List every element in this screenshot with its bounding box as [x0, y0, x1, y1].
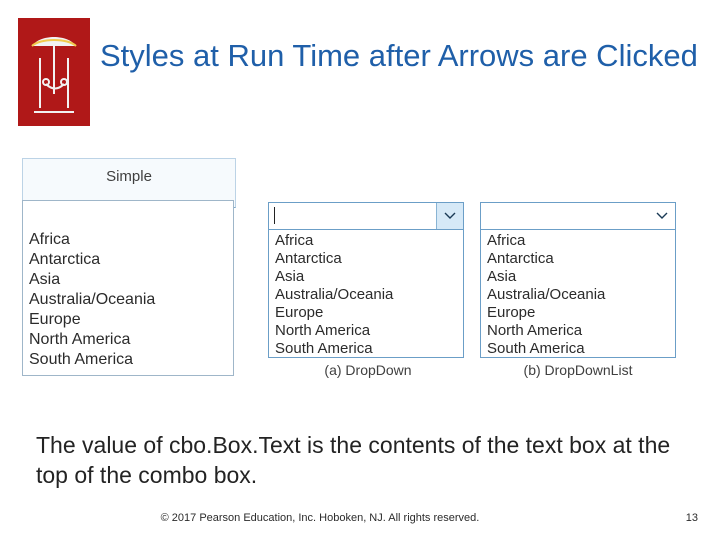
text-cursor [274, 207, 275, 224]
list-item[interactable]: North America [23, 330, 233, 350]
chevron-down-glyph [444, 212, 456, 219]
list-item[interactable]: South America [481, 340, 675, 358]
list-item[interactable]: Europe [269, 304, 463, 322]
dropdown-combo-list[interactable]: Africa Antarctica Asia Australia/Oceania… [268, 230, 464, 358]
logo-graphic [26, 24, 82, 120]
list-item[interactable]: South America [269, 340, 463, 358]
dropdown-combo-textbox[interactable] [268, 202, 464, 230]
dropdownlist-caption: (b) DropDownList [523, 362, 633, 378]
list-item[interactable]: Europe [23, 310, 233, 330]
course-logo [18, 18, 90, 126]
dropdown-combo: Africa Antarctica Asia Australia/Oceania… [268, 202, 464, 358]
dropdownlist-combo-display[interactable] [480, 202, 676, 230]
chevron-down-icon[interactable] [649, 203, 675, 229]
list-item[interactable]: Australia/Oceania [269, 286, 463, 304]
list-item[interactable]: Asia [269, 268, 463, 286]
list-item[interactable]: Africa [23, 230, 233, 250]
list-item[interactable]: North America [481, 322, 675, 340]
page-title: Styles at Run Time after Arrows are Clic… [100, 37, 698, 73]
list-item[interactable]: Europe [481, 304, 675, 322]
list-item[interactable]: Asia [23, 270, 233, 290]
slide-body-text: The value of cbo.Box.Text is the content… [36, 432, 671, 488]
simple-style-label: Simple [106, 168, 152, 185]
list-item[interactable]: Australia/Oceania [481, 286, 675, 304]
chevron-down-icon[interactable] [436, 203, 463, 229]
list-item[interactable]: Africa [481, 232, 675, 250]
footer-copyright: © 2017 Pearson Education, Inc. Hoboken, … [160, 512, 480, 524]
list-item[interactable]: North America [269, 322, 463, 340]
simple-combo-list[interactable]: Africa Antarctica Asia Australia/Oceania… [22, 230, 234, 376]
list-item[interactable]: Antarctica [269, 250, 463, 268]
dropdownlist-combo-list[interactable]: Africa Antarctica Asia Australia/Oceania… [480, 230, 676, 358]
chevron-down-glyph [656, 212, 668, 219]
list-item[interactable]: Asia [481, 268, 675, 286]
list-item[interactable]: Africa [269, 232, 463, 250]
combobox-styles-figure: Simple Africa Antarctica Asia Australia/… [0, 150, 720, 405]
dropdownlist-combo: Africa Antarctica Asia Australia/Oceania… [480, 202, 676, 358]
footer-page-number: 13 [685, 512, 698, 524]
simple-combo-textbox[interactable] [22, 200, 234, 232]
list-item[interactable]: South America [23, 350, 233, 370]
list-item[interactable]: Antarctica [481, 250, 675, 268]
dropdown-caption: (a) DropDown [324, 362, 412, 378]
list-item[interactable]: Antarctica [23, 250, 233, 270]
list-item[interactable]: Australia/Oceania [23, 290, 233, 310]
